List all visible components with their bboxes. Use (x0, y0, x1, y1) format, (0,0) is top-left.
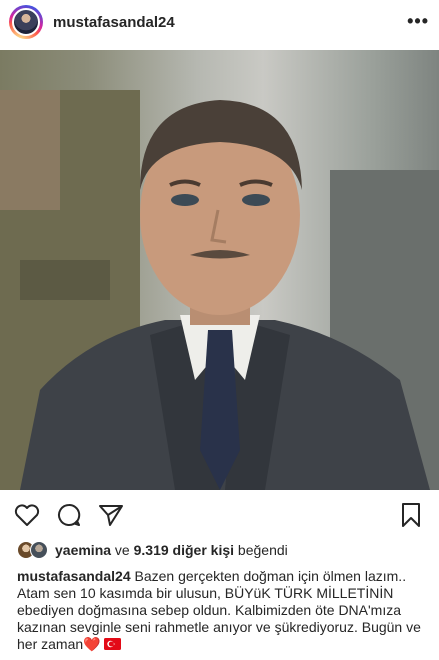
portrait-image (0, 90, 439, 490)
avatar-image (12, 8, 40, 36)
post-header: mustafasandal24 ••• (0, 0, 439, 44)
caption-username[interactable]: mustafasandal24 (17, 568, 131, 584)
likes-others-count[interactable]: 9.319 diğer kişi (134, 542, 234, 558)
left-eye (171, 194, 199, 206)
likes-suffix: beğendi (234, 542, 288, 558)
liker-avatars[interactable] (17, 541, 48, 559)
heart-emoji: ❤️ (83, 636, 101, 652)
right-eye (242, 194, 270, 206)
post-photo[interactable] (0, 50, 439, 490)
post-caption: mustafasandal24 Bazen gerçekten doğman i… (17, 568, 425, 653)
heart-icon[interactable] (12, 500, 42, 530)
liker-username[interactable]: yaemina (55, 542, 111, 558)
background-face (0, 90, 60, 210)
liker-avatar (30, 541, 48, 559)
bookmark-icon[interactable] (396, 500, 426, 530)
likes-row: yaemina ve 9.319 diğer kişi beğendi (17, 541, 288, 559)
post-actions-bar (0, 500, 439, 534)
turkish-flag-icon (104, 638, 122, 650)
more-options-icon[interactable]: ••• (407, 12, 429, 30)
send-icon[interactable] (96, 500, 126, 530)
post-username[interactable]: mustafasandal24 (53, 14, 175, 31)
profile-avatar[interactable] (9, 5, 43, 39)
comment-icon[interactable] (54, 500, 84, 530)
likes-connector: ve (111, 542, 134, 558)
background-pocket (20, 260, 110, 300)
